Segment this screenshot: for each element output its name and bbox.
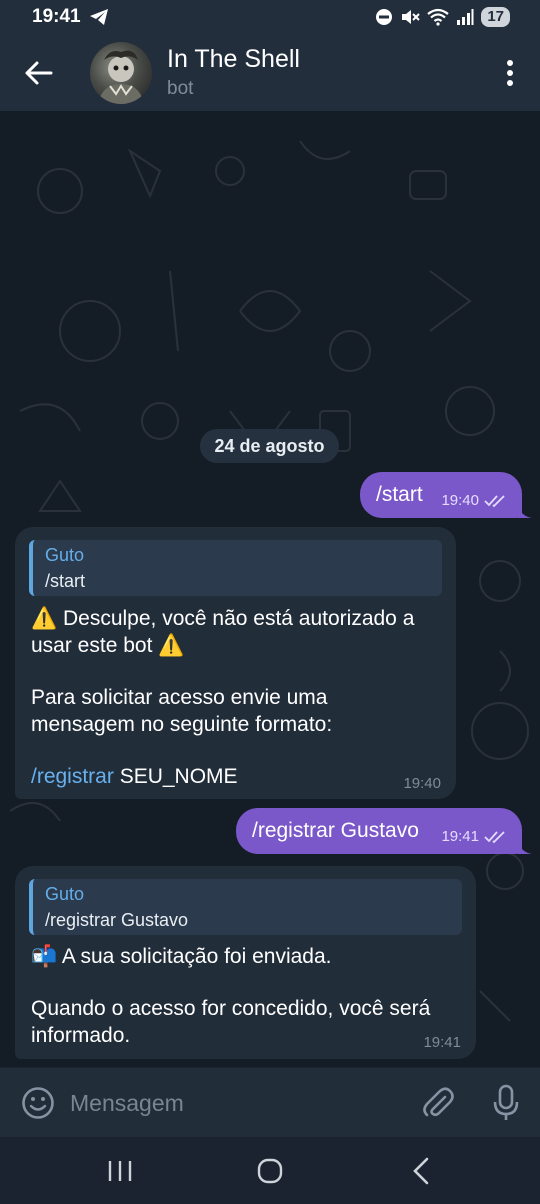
date-separator: 24 de agosto <box>200 429 339 463</box>
avatar[interactable] <box>90 42 152 104</box>
bubble-tail <box>518 840 532 854</box>
battery-indicator: 17 <box>481 7 510 27</box>
status-icons: 17 <box>375 7 510 27</box>
system-nav-bar <box>0 1137 540 1204</box>
incoming-message[interactable]: Guto /registrar Gustavo 📬 A sua solicita… <box>15 866 476 1059</box>
command-argument: SEU_NOME <box>113 765 238 788</box>
chat-area[interactable]: 24 de agosto /start 19:40 Guto /start ⚠️… <box>0 111 540 1067</box>
bubble-tail <box>518 504 532 518</box>
mute-icon <box>402 10 421 24</box>
recent-apps-icon[interactable] <box>107 1159 133 1183</box>
message-line: usar este bot ⚠️ <box>31 634 185 657</box>
command-link[interactable]: /registrar <box>31 765 114 788</box>
home-icon[interactable] <box>256 1157 284 1185</box>
message-meta: 19:40 <box>441 492 508 509</box>
message-time: 19:41 <box>423 1034 461 1051</box>
back-arrow-icon[interactable] <box>24 58 54 88</box>
reply-quote[interactable]: Guto /start <box>29 540 442 596</box>
double-check-icon <box>484 494 505 507</box>
reply-text: /registrar Gustavo <box>45 910 189 930</box>
message-text: /start <box>376 483 423 506</box>
chat-title[interactable]: In The Shell <box>167 45 300 74</box>
message-line: informado. <box>31 1024 131 1047</box>
signal-icon <box>457 9 474 25</box>
message-line: Quando o acesso for concedido, você será <box>31 997 431 1020</box>
message-time: 19:40 <box>403 775 441 792</box>
message-line: mensagem no seguinte formato: <box>31 713 333 736</box>
more-vertical-icon[interactable] <box>502 58 518 88</box>
chat-header: In The Shell bot <box>0 34 540 111</box>
message-line: ⚠️ Desculpe, você não está autorizado a <box>31 607 415 630</box>
incoming-message[interactable]: Guto /start ⚠️ Desculpe, você não está a… <box>15 527 456 799</box>
message-text: /registrar Gustavo <box>252 819 419 842</box>
message-time: 19:41 <box>441 828 479 845</box>
message-line: Para solicitar acesso envie uma <box>31 686 328 709</box>
nav-back-icon[interactable] <box>410 1156 432 1186</box>
double-check-icon <box>484 830 505 843</box>
status-bar: 19:41 17 <box>0 0 540 34</box>
status-time: 19:41 <box>32 6 81 27</box>
message-input[interactable] <box>70 1085 390 1121</box>
dnd-icon <box>376 9 393 25</box>
emoji-icon[interactable] <box>21 1086 55 1120</box>
reply-quote[interactable]: Guto /registrar Gustavo <box>29 879 462 935</box>
reply-author: Guto <box>45 545 85 565</box>
message-composer <box>0 1067 540 1137</box>
message-time: 19:40 <box>441 492 479 509</box>
reply-author: Guto <box>45 884 85 904</box>
chat-subtitle: bot <box>167 78 194 99</box>
message-line: 📬 A sua solicitação foi enviada. <box>31 945 332 968</box>
microphone-icon[interactable] <box>492 1084 520 1122</box>
reply-text: /start <box>45 571 86 591</box>
paperclip-icon[interactable] <box>420 1085 456 1121</box>
outgoing-message[interactable]: /registrar Gustavo 19:41 <box>236 808 522 854</box>
outgoing-message[interactable]: /start 19:40 <box>360 472 522 518</box>
message-meta: 19:41 <box>441 828 508 845</box>
command-line: /registrar SEU_NOME <box>31 763 238 790</box>
telegram-icon <box>89 9 108 25</box>
wifi-icon <box>427 8 449 26</box>
